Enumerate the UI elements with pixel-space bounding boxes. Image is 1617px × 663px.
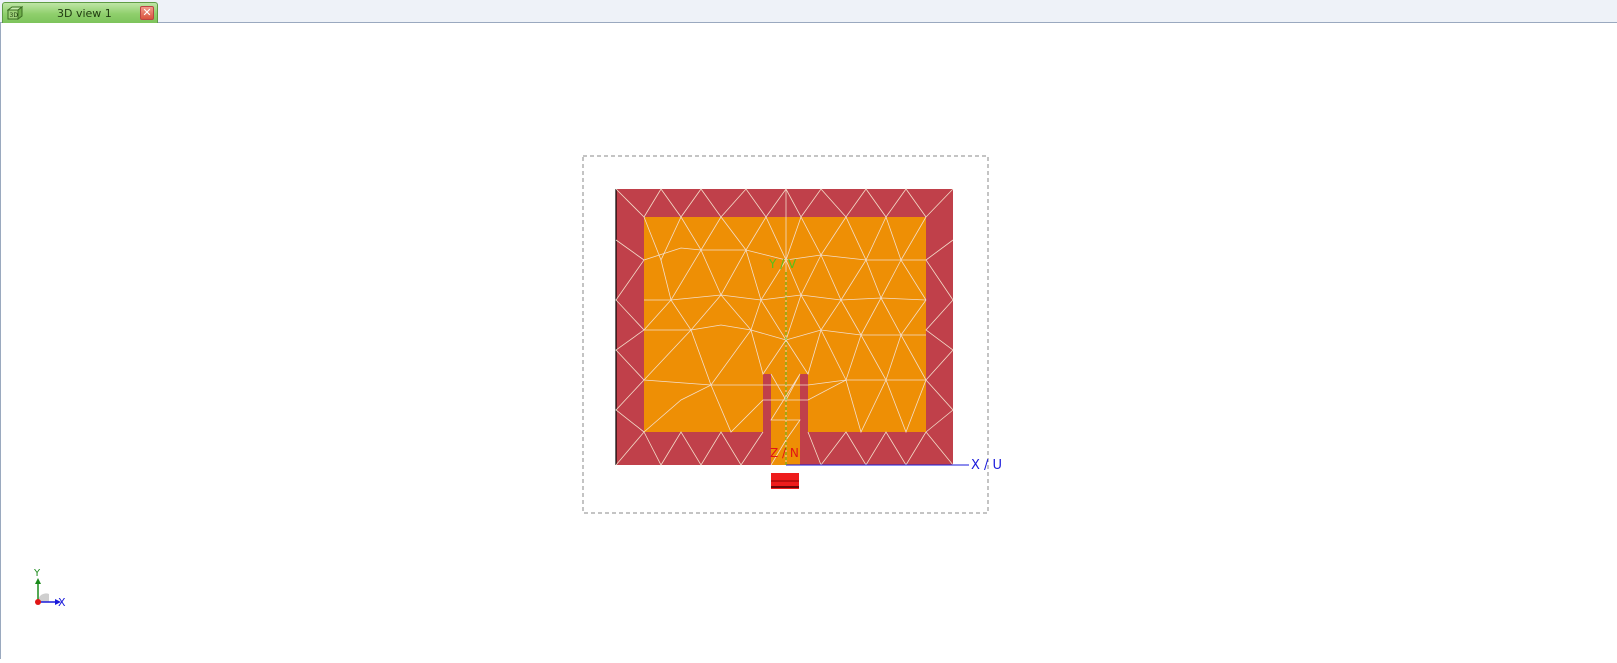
orientation-triad: Y X	[33, 568, 66, 609]
triad-x-label: X	[58, 596, 66, 609]
triad-y-label: Y	[33, 568, 41, 579]
view-tab-bar: 3D 3D view 1 ✕	[0, 0, 1617, 23]
tab-3d-view-1[interactable]: 3D 3D view 1 ✕	[2, 2, 158, 23]
3d-box-icon: 3D	[7, 6, 23, 20]
svg-text:3D: 3D	[10, 12, 19, 19]
close-icon[interactable]: ✕	[140, 6, 154, 20]
tab-label: 3D view 1	[57, 7, 112, 20]
3d-viewport[interactable]: X / U Y / V Z / N Y X	[0, 23, 1617, 659]
z-axis-label: Z / N	[770, 446, 799, 460]
x-axis-label: X / U	[971, 458, 1002, 473]
y-axis-label: Y / V	[768, 257, 797, 271]
scene-canvas[interactable]: X / U Y / V Z / N Y X	[1, 23, 1617, 659]
